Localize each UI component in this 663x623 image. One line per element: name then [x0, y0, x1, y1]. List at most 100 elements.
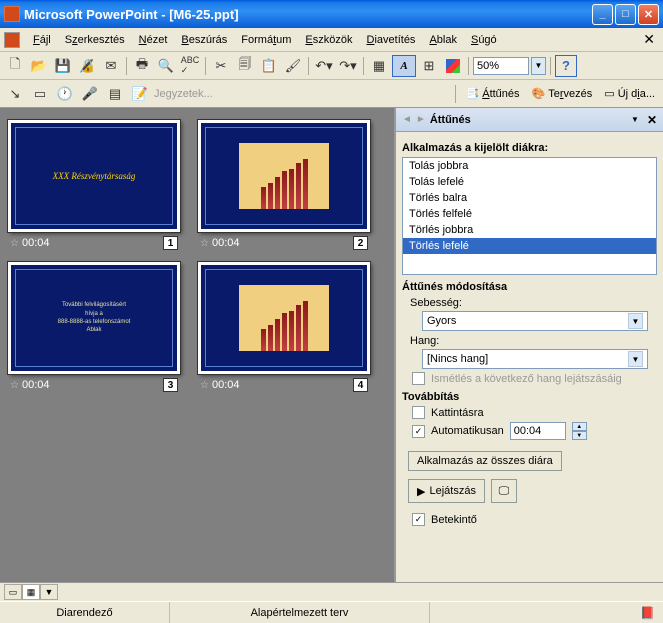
loop-label: Ismétlés a következő hang lejátszásáig	[431, 373, 622, 385]
table-icon[interactable]: ▦	[368, 55, 390, 77]
zoom-input[interactable]: 50%	[473, 57, 529, 75]
auto-time-input[interactable]	[510, 422, 566, 440]
help-icon[interactable]: ?	[555, 55, 577, 77]
spinner-down-icon[interactable]: ▼	[572, 431, 587, 440]
hide-slide-icon[interactable]: ▭	[29, 83, 51, 105]
menu-edit[interactable]: Szerkesztés	[58, 32, 132, 48]
color-icon[interactable]	[442, 55, 464, 77]
menu-view[interactable]: Nézet	[132, 32, 175, 48]
slide-item[interactable]: XXX Részvénytársaság ☆00:04 1	[8, 120, 180, 250]
transition-listbox[interactable]: Tolás jobbra Tolás lefelé Törlés balra T…	[402, 157, 657, 275]
chevron-down-icon[interactable]: ▼	[628, 313, 643, 329]
standard-toolbar: 🗋 📂 💾 🔏 ✉ 🖶 🔍 ABC✓ ✂ 🗐 📋 🖌 ↶▾ ↷▾ ▦ A ⊞ 5…	[0, 52, 663, 80]
taskpane-dropdown-icon[interactable]: ▼	[631, 115, 639, 124]
design-button[interactable]: 🎨 Tervezés	[528, 85, 597, 102]
cut-icon[interactable]: ✂	[210, 55, 232, 77]
list-item[interactable]: Törlés jobbra	[403, 222, 656, 238]
auto-checkbox[interactable]: ✓	[412, 425, 425, 438]
new-slide-button[interactable]: ▭ Új dia...	[600, 85, 659, 102]
normal-view-icon[interactable]: ▭	[4, 584, 22, 600]
forward-icon[interactable]: ►	[416, 114, 426, 125]
permission-icon[interactable]: 🔏	[76, 55, 98, 77]
sound-select[interactable]: [Nincs hang]▼	[422, 349, 648, 369]
redo-icon[interactable]: ↷▾	[337, 55, 359, 77]
record-icon[interactable]: 🎤	[79, 83, 101, 105]
animation-star-icon: ☆	[10, 238, 19, 249]
undo-icon[interactable]: ↶▾	[313, 55, 335, 77]
slideshow-preview-button[interactable]: 🖵	[491, 479, 517, 503]
save-icon[interactable]: 💾	[52, 55, 74, 77]
menu-file[interactable]: Fájl	[26, 32, 58, 48]
status-view: Diarendező	[0, 602, 170, 623]
spinner-up-icon[interactable]: ▲	[572, 422, 587, 431]
section-advance: Továbbítás	[402, 391, 657, 403]
spellcheck-icon[interactable]: ABC✓	[179, 55, 201, 77]
slide-sorter-panel[interactable]: XXX Részvénytársaság ☆00:04 1	[0, 108, 394, 582]
section-modify: Áttűnés módosítása	[402, 281, 657, 293]
menu-tools[interactable]: Eszközök	[298, 32, 359, 48]
slide-thumbnail[interactable]: XXX Részvénytársaság	[8, 120, 180, 232]
preview-icon[interactable]: 🔍	[155, 55, 177, 77]
auto-label: Automatikusan	[431, 425, 504, 437]
menu-help[interactable]: Súgó	[464, 32, 504, 48]
menu-slideshow[interactable]: Diavetítés	[360, 32, 423, 48]
slide-number: 1	[163, 236, 178, 250]
menu-insert[interactable]: Beszúrás	[174, 32, 234, 48]
slide-number: 2	[353, 236, 368, 250]
new-icon[interactable]: 🗋	[4, 55, 26, 77]
rehearse-icon[interactable]: 🕐	[54, 83, 76, 105]
animation-star-icon: ☆	[200, 380, 209, 391]
slide-item[interactable]: További felvilágosításért hívja a 888-88…	[8, 262, 180, 392]
list-item[interactable]: Törlés felfelé	[403, 206, 656, 222]
notes-label: Jegyzetek...	[154, 88, 213, 100]
doc-close-button[interactable]: ✕	[639, 31, 659, 48]
back-icon[interactable]: ◄	[402, 114, 412, 125]
slide-thumbnail[interactable]	[198, 120, 370, 232]
open-icon[interactable]: 📂	[28, 55, 50, 77]
transition-button[interactable]: 📑 Áttűnés	[462, 85, 524, 102]
format-painter-icon[interactable]: 🖌	[282, 55, 304, 77]
autopreview-label: Betekintő	[431, 514, 477, 526]
animation-star-icon: ☆	[200, 238, 209, 249]
list-item[interactable]: Törlés lefelé	[403, 238, 656, 254]
play-button[interactable]: ▶ Lejátszás	[408, 479, 485, 503]
onclick-checkbox[interactable]	[412, 406, 425, 419]
paste-icon[interactable]: 📋	[258, 55, 280, 77]
slide-number: 4	[353, 378, 368, 392]
menu-window[interactable]: Ablak	[422, 32, 464, 48]
sound-label: Hang:	[410, 335, 657, 347]
maximize-button[interactable]: □	[615, 4, 636, 25]
print-icon[interactable]: 🖶	[131, 55, 153, 77]
close-button[interactable]: ✕	[638, 4, 659, 25]
taskpane-close-icon[interactable]: ✕	[647, 113, 657, 127]
slide-item[interactable]: ☆00:04 4	[198, 262, 370, 392]
menu-bar: Fájl Szerkesztés Nézet Beszúrás Formátum…	[0, 28, 663, 52]
speed-select[interactable]: Gyors▼	[422, 311, 648, 331]
slide-thumbnail[interactable]	[198, 262, 370, 374]
spellcheck-status-icon[interactable]: 📕	[640, 606, 655, 620]
arrow-icon[interactable]: ↘	[4, 83, 26, 105]
email-icon[interactable]: ✉	[100, 55, 122, 77]
menu-format[interactable]: Formátum	[234, 32, 298, 48]
section-apply-to: Alkalmazás a kijelölt diákra:	[402, 142, 657, 154]
list-item[interactable]: Tolás lefelé	[403, 174, 656, 190]
copy-icon[interactable]: 🗐	[234, 55, 256, 77]
summary-icon[interactable]: ▤	[104, 83, 126, 105]
font-style-button[interactable]: A	[392, 55, 416, 77]
sorter-view-icon[interactable]: ▦	[22, 584, 40, 600]
grid-icon[interactable]: ⊞	[418, 55, 440, 77]
taskpane-title: Áttűnés	[430, 114, 623, 126]
slideshow-view-icon[interactable]: ▼	[40, 584, 58, 600]
title-text: Microsoft PowerPoint - [M6-25.ppt]	[24, 7, 592, 22]
slide-item[interactable]: ☆00:04 2	[198, 120, 370, 250]
zoom-dropdown[interactable]: ▼	[531, 57, 546, 75]
list-item[interactable]: Törlés balra	[403, 190, 656, 206]
app-icon	[4, 6, 20, 22]
chevron-down-icon[interactable]: ▼	[628, 351, 643, 367]
notes-icon[interactable]: 📝	[129, 83, 151, 105]
slide-thumbnail[interactable]: További felvilágosításért hívja a 888-88…	[8, 262, 180, 374]
minimize-button[interactable]: _	[592, 4, 613, 25]
list-item[interactable]: Tolás jobbra	[403, 158, 656, 174]
autopreview-checkbox[interactable]: ✓	[412, 513, 425, 526]
apply-all-button[interactable]: Alkalmazás az összes diára	[408, 451, 562, 471]
